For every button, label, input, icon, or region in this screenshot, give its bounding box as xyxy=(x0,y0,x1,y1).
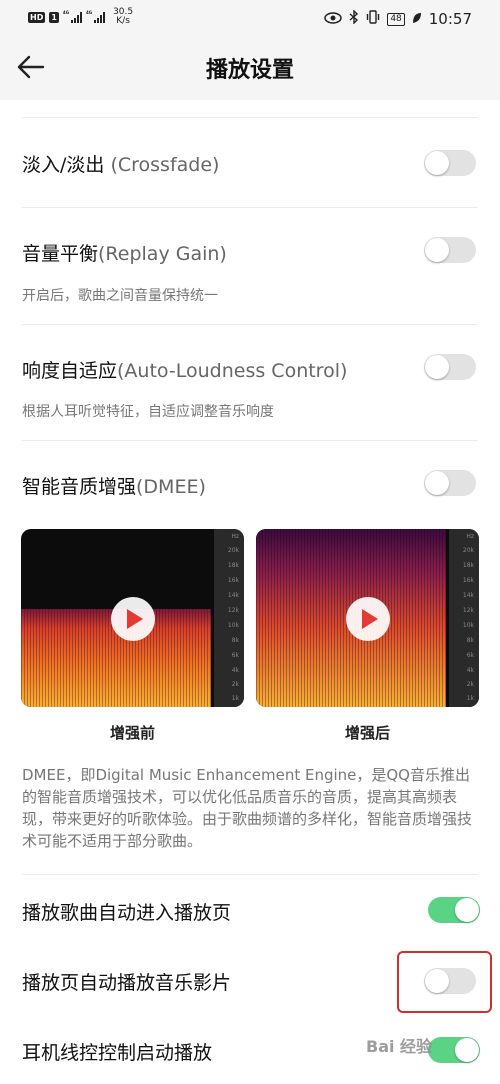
signal-icon-2 xyxy=(94,11,106,23)
scale-tick: Hz xyxy=(231,533,239,540)
dmee-toggle[interactable] xyxy=(424,470,476,496)
toggle-knob xyxy=(425,471,449,495)
speed-unit: K/s xyxy=(116,16,130,26)
page-title: 播放设置 xyxy=(205,58,294,83)
scale-tick: 18k xyxy=(227,562,239,569)
scale-tick: Hz xyxy=(466,533,474,540)
after-video-thumbnail[interactable]: Hz 20k 18k 16k 14k 12k 10k 8k 6k 4k 2k 1… xyxy=(256,529,479,707)
scale-tick: 12k xyxy=(227,607,239,614)
toggle-knob xyxy=(455,1038,479,1062)
play-icon[interactable] xyxy=(346,597,390,641)
network-speed: 30.5 K/s xyxy=(113,8,133,26)
scale-tick: 4k xyxy=(466,667,474,674)
after-caption: 增强后 xyxy=(344,724,390,742)
before-caption: 增强前 xyxy=(109,724,155,742)
network-type-1: 4G xyxy=(62,9,69,15)
dmee-label: 智能音质增强(DMEE) xyxy=(22,472,206,499)
scale-tick: 10k xyxy=(227,622,239,629)
scale-tick: 14k xyxy=(462,592,474,599)
frequency-scale: Hz 20k 18k 16k 14k 12k 10k 8k 6k 4k 2k 1… xyxy=(214,529,244,707)
scale-tick: 1k xyxy=(466,695,474,702)
scale-tick: 18k xyxy=(462,562,474,569)
replay-gain-label: 音量平衡(Replay Gain) xyxy=(22,239,227,266)
status-bar: HD 1 4G 4G 30.5 K/s 48 10:57 xyxy=(0,0,500,36)
divider xyxy=(22,324,478,325)
scale-tick: 8k xyxy=(231,637,239,644)
replay-gain-description: 开启后，歌曲之间音量保持统一 xyxy=(22,288,218,304)
play-icon[interactable] xyxy=(111,597,155,641)
wire-control-label: 耳机线控控制启动播放 xyxy=(22,1042,213,1064)
scale-tick: 20k xyxy=(227,547,239,554)
scale-tick: 4k xyxy=(231,667,239,674)
auto-play-video-label: 播放页自动播放音乐影片 xyxy=(22,972,232,994)
crossfade-toggle[interactable] xyxy=(424,150,476,176)
top-bar: 播放设置 xyxy=(0,36,500,100)
scale-tick: 1k xyxy=(231,695,239,702)
toggle-knob xyxy=(425,355,449,379)
auto-loudness-label: 响度自适应(Auto-Loudness Control) xyxy=(22,356,347,383)
divider xyxy=(22,440,478,441)
replay-gain-title-en: (Replay Gain) xyxy=(98,243,227,265)
scale-tick: 2k xyxy=(466,681,474,688)
dmee-description: DMEE，即Digital Music Enhancement Engine，是… xyxy=(22,766,473,850)
crossfade-label: 淡入/淡出 (Crossfade) xyxy=(22,150,219,177)
dmee-title-en: (DMEE) xyxy=(136,476,206,498)
replay-gain-title: 音量平衡 xyxy=(22,243,99,265)
scale-tick: 16k xyxy=(462,577,474,584)
signal-icon xyxy=(71,11,82,23)
vibrate-icon xyxy=(366,10,380,28)
wire-control-toggle[interactable] xyxy=(428,1037,480,1063)
status-left: HD 1 4G 4G 30.5 K/s xyxy=(28,8,133,26)
scale-tick: 10k xyxy=(462,622,474,629)
status-right: 48 10:57 xyxy=(324,9,472,28)
leaf-icon xyxy=(412,10,422,28)
divider xyxy=(22,117,478,118)
before-video-thumbnail[interactable]: Hz 20k 18k 16k 14k 12k 10k 8k 6k 4k 2k 1… xyxy=(21,529,244,707)
dmee-title: 智能音质增强 xyxy=(22,476,137,498)
scale-tick: 2k xyxy=(231,681,239,688)
divider xyxy=(22,207,478,208)
clock: 10:57 xyxy=(428,10,472,28)
scale-tick: 14k xyxy=(227,592,239,599)
sim-badge: 1 xyxy=(49,11,59,23)
replay-gain-toggle[interactable] xyxy=(424,237,476,263)
scale-tick: 6k xyxy=(466,652,474,659)
scale-tick: 16k xyxy=(227,577,239,584)
toggle-knob xyxy=(455,898,479,922)
hd-badge: HD xyxy=(28,11,46,23)
auto-enter-player-label: 播放歌曲自动进入播放页 xyxy=(22,902,232,924)
watermark-logo: Bai 经验 xyxy=(366,1037,433,1056)
scale-tick: 6k xyxy=(231,652,239,659)
toggle-knob xyxy=(425,238,449,262)
scale-tick: 8k xyxy=(466,637,474,644)
crossfade-title-en: (Crossfade) xyxy=(104,154,220,176)
auto-loudness-description: 根据人耳听觉特征，自适应调整音乐响度 xyxy=(22,404,274,420)
battery-icon: 48 xyxy=(387,12,405,26)
auto-enter-player-toggle[interactable] xyxy=(428,897,480,923)
divider xyxy=(22,874,478,875)
highlight-box xyxy=(397,951,492,1013)
bluetooth-icon xyxy=(349,9,359,28)
auto-loudness-toggle[interactable] xyxy=(424,354,476,380)
eye-icon xyxy=(324,10,343,28)
scale-tick: 12k xyxy=(462,607,474,614)
auto-loudness-title: 响度自适应 xyxy=(22,360,118,382)
auto-loudness-title-en: (Auto-Loudness Control) xyxy=(117,360,348,382)
frequency-scale: Hz 20k 18k 16k 14k 12k 10k 8k 6k 4k 2k 1… xyxy=(449,529,479,707)
scale-tick: 20k xyxy=(462,547,474,554)
network-type-2: 4G xyxy=(86,9,93,15)
toggle-knob xyxy=(425,151,449,175)
crossfade-title: 淡入/淡出 xyxy=(22,154,105,176)
